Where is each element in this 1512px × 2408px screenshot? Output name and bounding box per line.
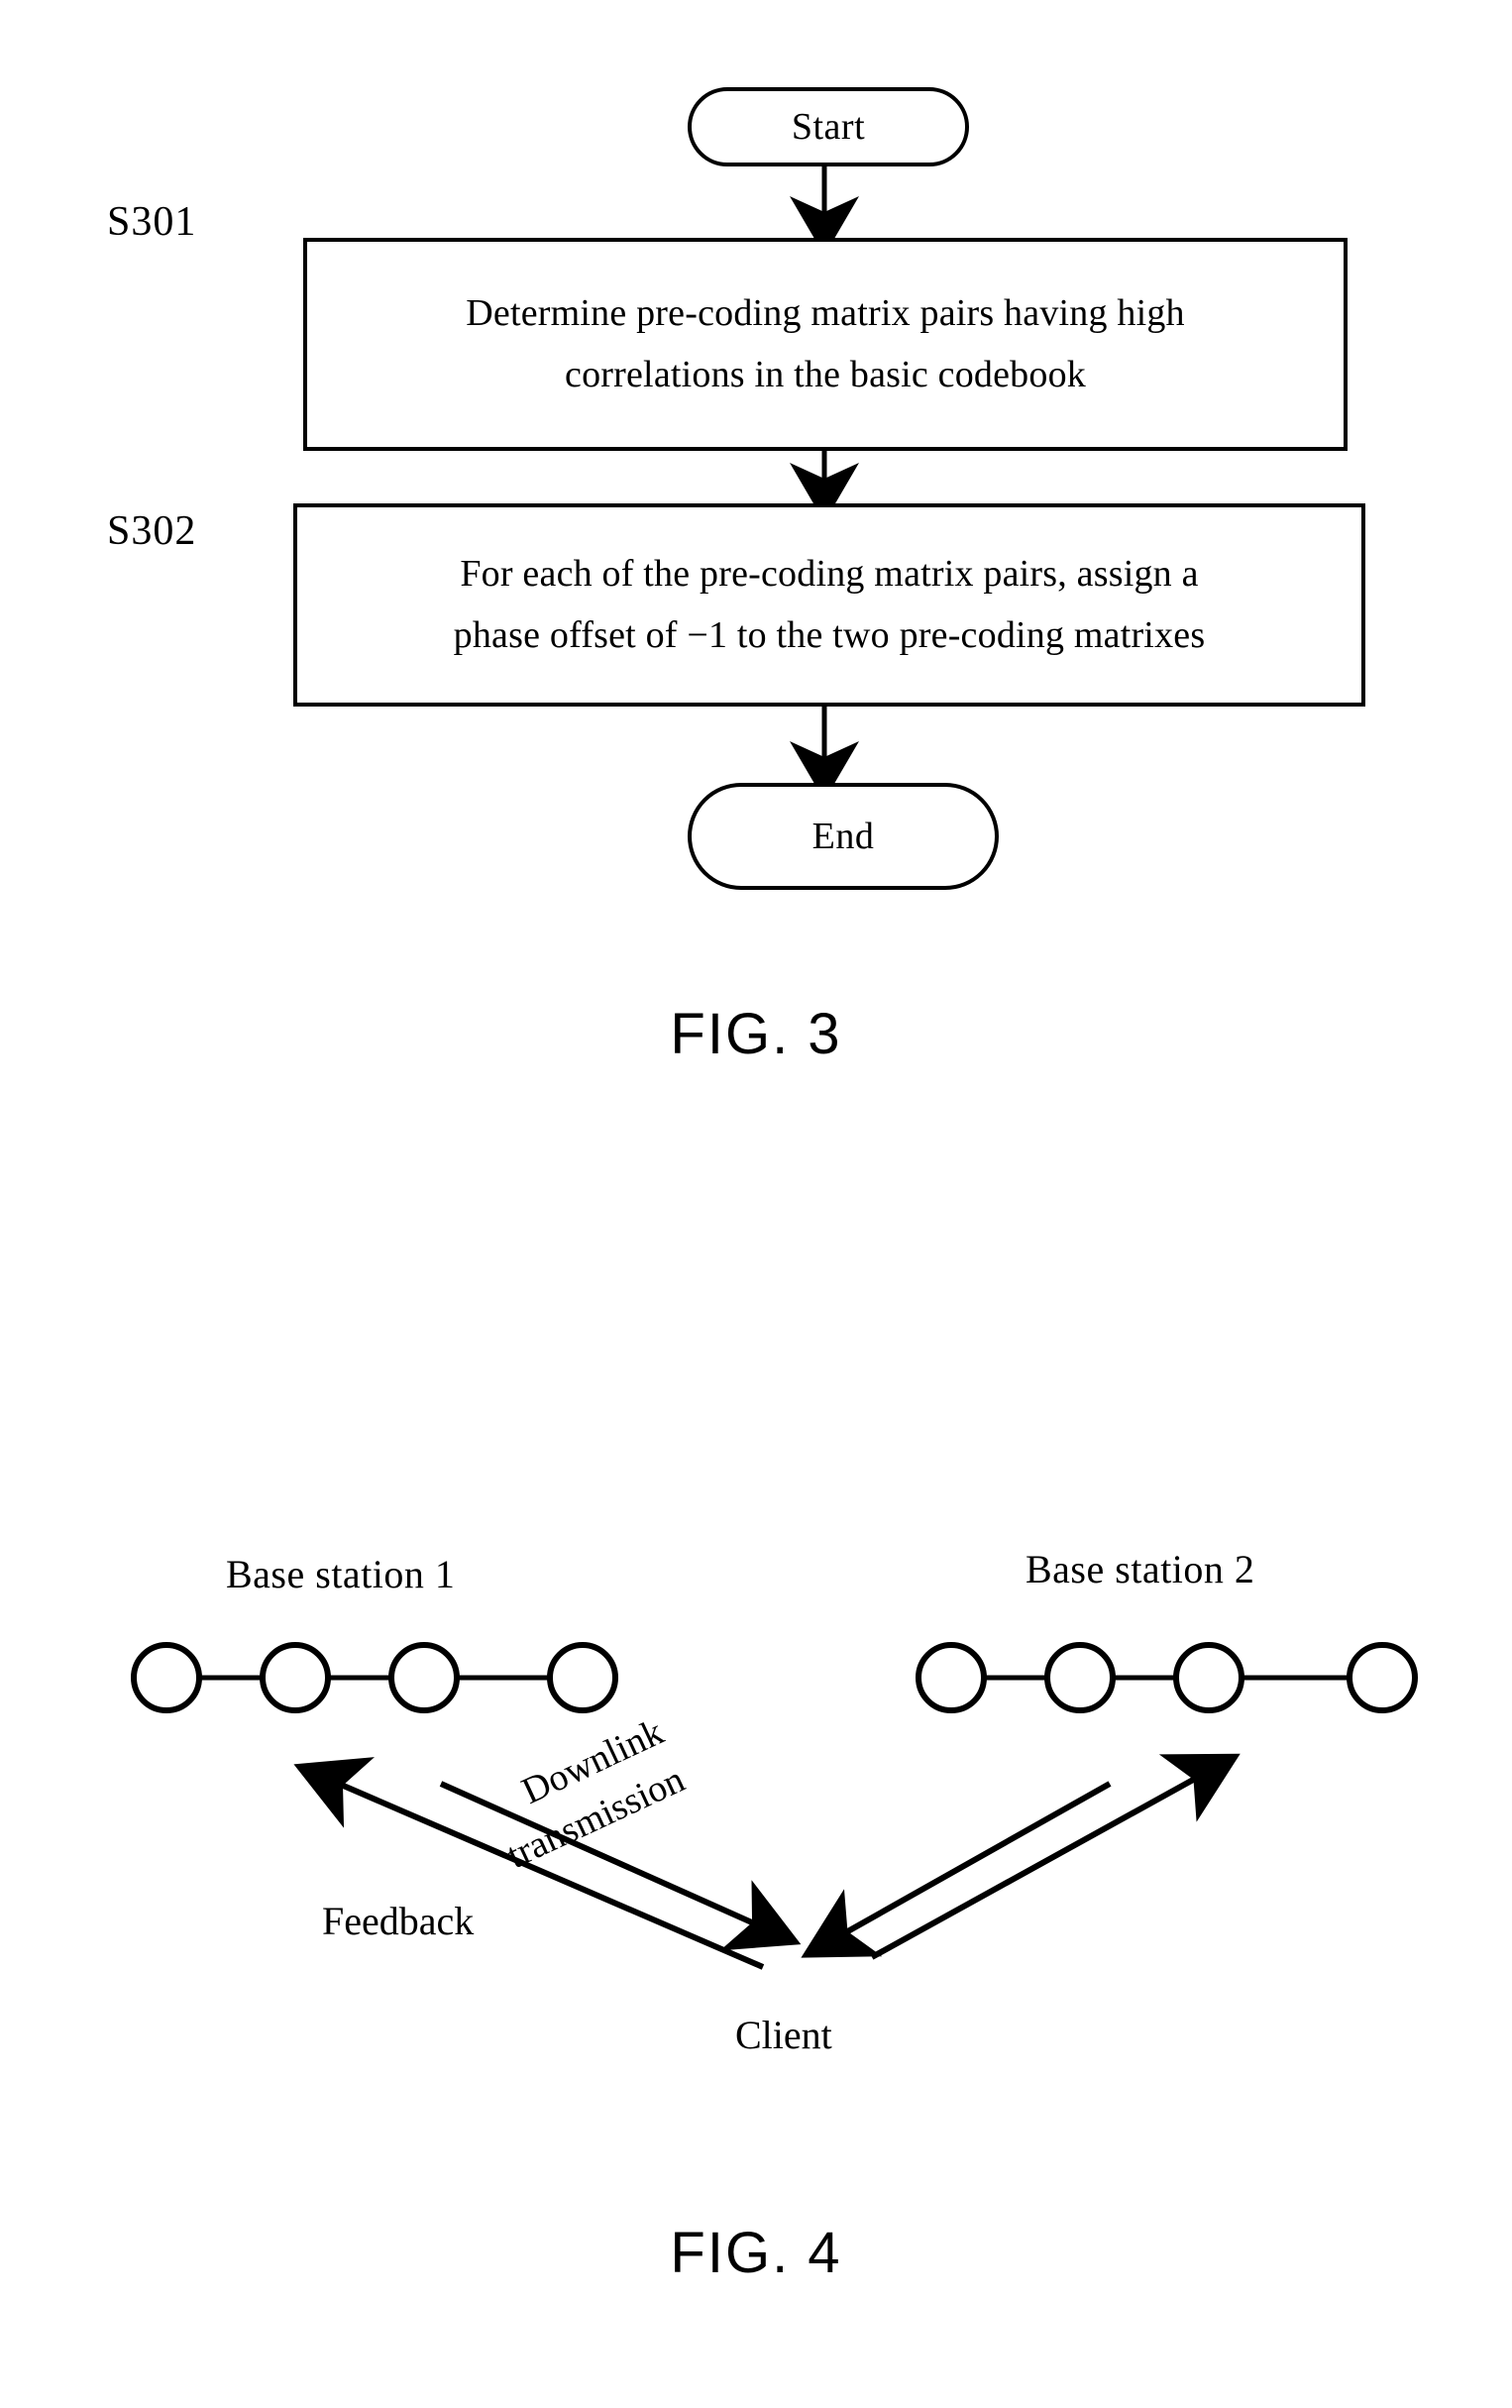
patent-figure-page: Start S301 Determine pre-coding matrix p… xyxy=(0,0,1512,2408)
figure-4-caption: FIG. 4 xyxy=(670,2221,842,2285)
uplink-arrow-bs2 xyxy=(870,1753,1241,1960)
client-label: Client xyxy=(735,2013,832,2057)
base-station-1-antenna-array xyxy=(131,1642,618,1713)
downlink-arrow-bs2 xyxy=(801,1781,1112,1958)
feedback-label: Feedback xyxy=(322,1899,475,1943)
base-station-2-antenna-array xyxy=(916,1642,1418,1713)
